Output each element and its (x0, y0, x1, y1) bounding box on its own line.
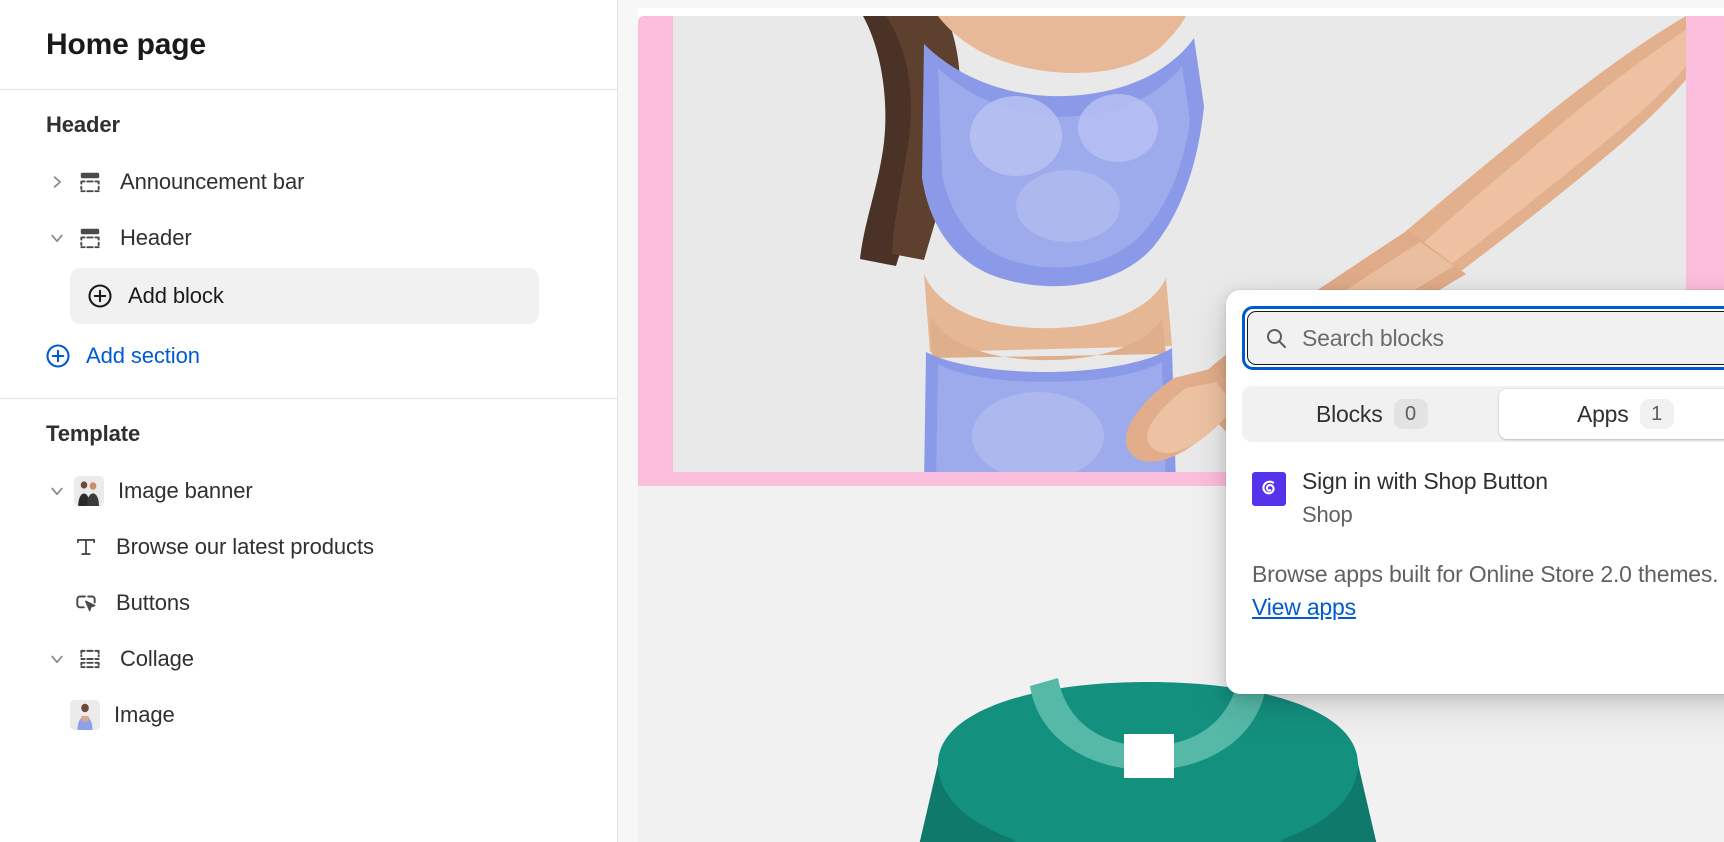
plus-circle-icon (82, 278, 118, 314)
sidebar-item-label: Image (114, 702, 175, 727)
tab-blocks-label: Blocks (1315, 400, 1383, 427)
plus-circle-icon (40, 338, 76, 374)
sidebar-item-header[interactable]: Header (14, 210, 599, 266)
sidebar-item-heading-text[interactable]: Browse our latest products (70, 519, 599, 575)
list-item[interactable]: Sign in with Shop Button Shop (1242, 460, 1724, 536)
sidebar-item-announcement-bar[interactable]: Announcement bar (14, 154, 599, 210)
chevron-down-icon[interactable] (40, 474, 74, 508)
sidebar-group-template: Template Image banner Browse our latest … (0, 399, 617, 759)
sidebar-item-collage[interactable]: Collage (14, 631, 599, 687)
collage-icon (74, 643, 106, 675)
app-results-list: Sign in with Shop Button Shop (1242, 460, 1724, 536)
sidebar-item-label: Image banner (118, 478, 253, 503)
add-block-button[interactable]: Add block (70, 268, 539, 324)
sidebar: Home page Header Announcement bar Header… (0, 0, 618, 842)
tab-blocks-count: 0 (1393, 399, 1428, 429)
group-label-template: Template (46, 421, 141, 446)
sidebar-item-label: Header (120, 225, 192, 250)
chevron-down-icon[interactable] (40, 642, 74, 676)
result-subtitle: Shop (1302, 501, 1353, 527)
tab-apps-count: 1 (1639, 399, 1674, 429)
footer-text: Browse apps built for Online Store 2.0 t… (1252, 560, 1719, 587)
theme-editor: Home page Header Announcement bar Header… (0, 0, 1724, 842)
chevron-right-icon[interactable] (40, 165, 74, 199)
tab-apps-label: Apps (1576, 400, 1629, 427)
add-section-button[interactable]: Add section (14, 330, 599, 382)
tab-blocks[interactable]: Blocks 0 (1245, 389, 1499, 439)
sidebar-header: Home page (0, 0, 617, 90)
theme-preview: Blocks 0 Apps 1 Sign in with Shop (618, 0, 1724, 842)
image-thumbnail (74, 476, 104, 506)
image-thumbnail (70, 700, 100, 730)
banner-accent-band-left (638, 16, 673, 486)
search-field[interactable] (1247, 311, 1724, 365)
sidebar-item-label: Announcement bar (120, 169, 305, 194)
add-block-popover: Blocks 0 Apps 1 Sign in with Shop (1226, 290, 1724, 694)
button-icon (70, 587, 102, 619)
sidebar-item-image-banner[interactable]: Image banner (14, 463, 599, 519)
text-icon (70, 531, 102, 563)
section-icon (74, 166, 106, 198)
group-label-header: Header (46, 112, 120, 137)
page-title: Home page (46, 27, 206, 61)
search-input[interactable] (1302, 324, 1724, 352)
sidebar-item-buttons[interactable]: Buttons (70, 575, 599, 631)
sidebar-item-image[interactable]: Image (70, 687, 599, 743)
result-tabs: Blocks 0 Apps 1 (1242, 386, 1724, 442)
result-text: Sign in with Shop Button Shop (1302, 468, 1548, 528)
sidebar-item-label: Buttons (116, 590, 190, 615)
sidebar-item-label: Browse our latest products (116, 534, 374, 559)
add-block-label: Add block (128, 283, 224, 308)
add-section-label: Add section (86, 343, 200, 368)
sidebar-item-label: Collage (120, 646, 194, 671)
result-title: Sign in with Shop Button (1302, 468, 1548, 494)
shop-app-icon (1252, 472, 1286, 506)
sidebar-group-header: Header Announcement bar Header Add block… (0, 90, 617, 399)
view-apps-link[interactable]: View apps (1252, 594, 1356, 620)
section-icon (74, 222, 106, 254)
chevron-down-icon[interactable] (40, 221, 74, 255)
search-focus-ring (1242, 306, 1724, 370)
tab-apps[interactable]: Apps 1 (1498, 389, 1724, 439)
search-icon (1262, 324, 1290, 352)
popover-footer: Browse apps built for Online Store 2.0 t… (1242, 558, 1724, 625)
